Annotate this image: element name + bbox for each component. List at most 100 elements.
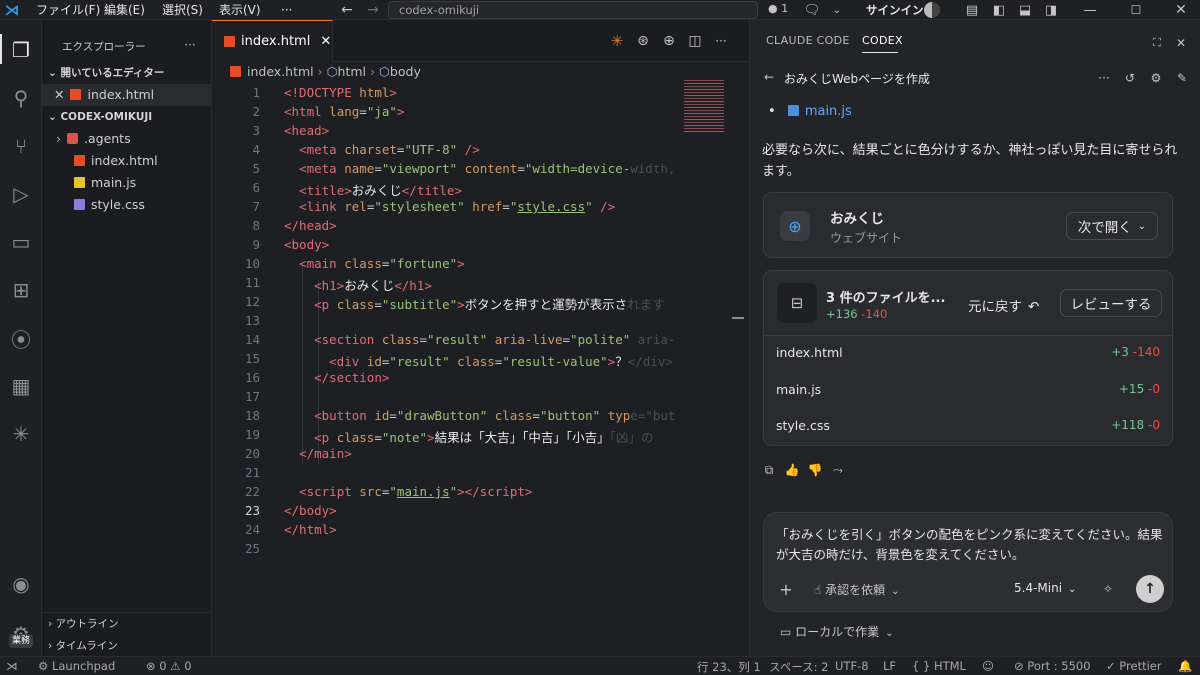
tree-item-main-js[interactable]: main.js [42,172,212,194]
indentation[interactable]: スペース: 2 [769,659,828,675]
explorer-icon[interactable]: ❐ [0,30,42,70]
code-line[interactable]: <!DOCTYPE html> [284,85,732,100]
code-line[interactable]: <body> [284,237,732,252]
close-panel-icon[interactable]: ✕ [1174,36,1188,50]
forward-arrow-icon[interactable]: → [364,1,382,19]
accounts-icon[interactable]: ◉ [0,564,42,604]
chat-input-text[interactable]: 「おみくじを引く」ボタンの配色をピンク系に変えてください。結果が大吉の時だけ、背… [776,525,1166,565]
code-line[interactable] [284,313,732,328]
code-line[interactable]: </head> [284,218,732,233]
code-line[interactable]: <link rel="stylesheet" href="style.css" … [284,199,732,214]
remote-explorer-icon[interactable]: ▭ [0,222,42,262]
review-button[interactable]: レビューする [1060,289,1162,317]
more-actions-icon[interactable]: ··· [1096,70,1112,86]
fork-icon[interactable]: ⤳ [830,462,846,478]
problems-indicator[interactable]: ⊗ 0 ⚠ 0 [146,659,192,673]
close-window-icon[interactable]: ✕ [1172,1,1190,19]
code-line[interactable]: <p class="note">結果は「大吉」「中吉」「小吉」「凶」の [284,427,732,446]
launchpad-item[interactable]: ⚙ Launchpad [38,659,115,673]
tab-codex[interactable]: CODEX [862,34,903,47]
breadcrumb-item[interactable]: html [338,64,366,79]
chevron-down-icon[interactable]: ⌄ [828,1,846,19]
tree-item-index-html[interactable]: index.html [42,150,212,172]
code-line[interactable]: <title>おみくじ</title> [284,180,732,199]
menu-file[interactable]: ファイル(F) [36,0,100,20]
tree-item-agents[interactable]: › .agents [42,128,212,150]
git-graph-icon[interactable]: ⦿ [0,318,42,358]
search-icon[interactable]: ⚲ [0,78,42,118]
minimize-icon[interactable]: — [1081,1,1099,19]
live-server-port[interactable]: ⊘ Port : 5500 [1014,659,1091,673]
tree-item-style-css[interactable]: style.css [42,194,212,216]
code-line[interactable]: <main class="fortune"> [284,256,732,271]
openai-icon[interactable]: ⊛ [634,32,652,50]
back-arrow-icon[interactable]: ← [762,70,776,84]
add-attachment-icon[interactable]: + [778,580,794,599]
command-center[interactable]: codex-omikuji [388,1,758,19]
code-line[interactable]: <h1>おみくじ</h1> [284,275,732,294]
open-with-button[interactable]: 次で開く ⌄ [1066,212,1158,240]
more-actions-icon[interactable]: ··· [712,32,730,50]
back-arrow-icon[interactable]: ← [338,1,356,19]
copy-icon[interactable]: ⧉ [761,462,777,478]
minimap[interactable] [684,80,724,132]
menu-more[interactable]: ··· [281,0,292,20]
bell-icon[interactable]: 🔔 [1178,659,1192,673]
breadcrumb-item[interactable]: index.html [247,64,314,79]
maximize-panel-icon[interactable]: ⛶ [1150,36,1164,50]
source-control-icon[interactable]: ⑂ [0,126,42,166]
toggle-sidebar-icon[interactable]: ◧ [990,1,1008,19]
send-arrow-icon[interactable]: ↑ [1136,575,1164,603]
code-line[interactable]: <button id="drawButton" class="button" t… [284,408,732,423]
code-line[interactable]: <html lang="ja"> [284,104,732,119]
code-line[interactable]: </main> [284,446,732,461]
account-icon[interactable] [924,2,940,18]
toggle-panel-icon[interactable]: ⬓ [1016,1,1034,19]
changed-file-row[interactable]: main.js +15 -0 [764,372,1172,408]
timeline-section[interactable]: › タイムライン [42,635,212,657]
code-line[interactable]: <p class="subtitle">ボタンを押すと運勢が表示されます [284,294,732,313]
run-debug-icon[interactable]: ▷ [0,174,42,214]
outline-section[interactable]: › アウトライン [42,613,212,635]
code-line[interactable]: </section> [284,370,732,385]
signin-button[interactable]: サインイン [866,0,924,20]
thumbs-up-icon[interactable]: 👍 [784,462,800,478]
model-selector[interactable]: 5.4-Mini ⌄ [1014,581,1076,595]
copilot-icon[interactable]: ☺ [982,659,994,673]
toggle-secondary-sidebar-icon[interactable]: ◨ [1042,1,1060,19]
code-line[interactable]: </body> [284,503,732,518]
code-line[interactable]: <head> [284,123,732,138]
project-section[interactable]: ⌄ CODEX-OMIKUJI [42,106,212,128]
new-chat-icon[interactable]: ✎ [1174,70,1190,86]
code-line[interactable] [284,541,732,556]
local-work-button[interactable]: ▭ ローカルで作業 ⌄ [780,623,894,640]
claude-icon[interactable]: ✳ [608,32,626,50]
code-line[interactable]: <script src="main.js"></script> [284,484,732,499]
remote-indicator-icon[interactable]: ⋊ [6,659,18,673]
undo-button[interactable]: 元に戻す ↶ [968,295,1039,315]
code-line[interactable] [284,389,732,404]
chat-input-box[interactable]: 「おみくじを引く」ボタンの配色をピンク系に変えてください。結果が大吉の時だけ、背… [763,512,1173,612]
encoding[interactable]: UTF-8 [835,659,869,673]
approval-mode-button[interactable]: ☝ 承認を依頼 ⌄ [814,581,900,598]
open-editors-section[interactable]: ⌄ 開いているエディター [42,62,212,84]
menu-edit[interactable]: 編集(E) [104,0,145,20]
menu-selection[interactable]: 選択(S) [162,0,203,20]
editor-tab-index-html[interactable]: index.html ✕ [212,20,333,62]
code-line[interactable]: <meta name="viewport" content="width=dev… [284,161,732,176]
code-line[interactable]: <div id="result" class="result-value">？<… [284,351,732,370]
open-editor-item[interactable]: ✕ index.html [42,84,212,106]
notification-count[interactable]: ● 1 [768,2,788,15]
chat-icon[interactable]: 🗨 [802,1,822,19]
code-line[interactable]: <section class="result" aria-live="polit… [284,332,732,347]
extensions-icon[interactable]: ⊞ [0,270,42,310]
code-line[interactable]: </html> [284,522,732,537]
maximize-icon[interactable]: ☐ [1127,1,1145,19]
changed-file-row[interactable]: style.css +118 -0 [764,408,1172,444]
close-tab-icon[interactable]: ✕ [320,34,331,49]
menu-view[interactable]: 表示(V) [219,0,261,20]
split-editor-icon[interactable]: ◫ [686,32,704,50]
prettier-status[interactable]: ✓ Prettier [1106,659,1162,673]
settings-gear-icon[interactable]: ⚙ [1148,70,1164,86]
claude-icon[interactable]: ✳ [0,414,42,454]
